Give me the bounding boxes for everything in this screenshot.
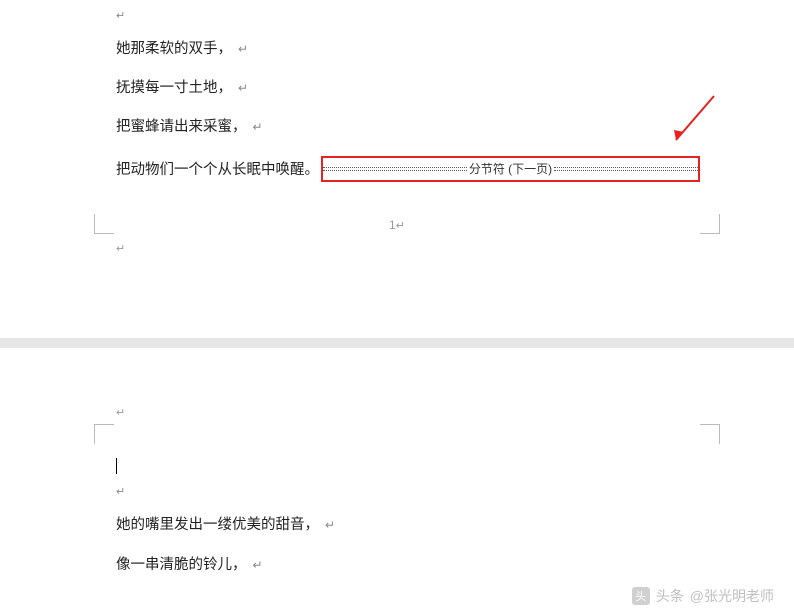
page-2: ↵ ↵ 她的嘴里发出一缕优美的甜音， ↵ 像一串清脆的铃儿， ↵ xyxy=(0,348,794,616)
text-cursor-icon xyxy=(116,458,117,474)
text-line[interactable]: 她那柔软的双手， ↵ xyxy=(116,38,700,61)
paragraph-mark-icon: ↵ xyxy=(396,220,405,232)
section-break-label: 分节符 (下一页) xyxy=(467,160,554,177)
paragraph-mark-icon: ↵ xyxy=(325,518,335,532)
dotted-leader xyxy=(323,167,467,171)
line-text: 像一串清脆的铃儿， xyxy=(116,557,247,573)
paragraph-mark-icon: ↵ xyxy=(238,42,248,56)
text-line[interactable]: 她的嘴里发出一缕优美的甜音， ↵ xyxy=(116,514,700,537)
line-text: 把动物们一个个从长眠中唤醒。 xyxy=(116,158,319,179)
watermark-prefix: 头条 xyxy=(656,586,684,606)
margin-corner-icon xyxy=(94,424,114,444)
paragraph-mark-icon: ↵ xyxy=(116,242,125,255)
page-2-body[interactable]: ↵ 她的嘴里发出一缕优美的甜音， ↵ 像一串清脆的铃儿， ↵ xyxy=(0,348,794,577)
line-text: 她那柔软的双手， xyxy=(116,41,232,57)
paragraph-mark-icon: ↵ xyxy=(116,10,125,22)
dotted-leader xyxy=(554,167,698,171)
paragraph-mark-icon: ↵ xyxy=(116,486,125,498)
watermark: 头 头条 @张光明老师 xyxy=(632,586,774,606)
line-text: 把蜜蜂请出来采蜜， xyxy=(116,119,247,135)
margin-corner-icon xyxy=(700,424,720,444)
paragraph-mark-icon: ↵ xyxy=(253,558,263,572)
toutiao-logo-icon: 头 xyxy=(632,587,650,605)
paragraph-mark-icon: ↵ xyxy=(116,406,125,419)
page-1: ↵ 她那柔软的双手， ↵ 抚摸每一寸土地， ↵ 把蜜蜂请出来采蜜， ↵ 把动物们… xyxy=(0,0,794,338)
line-text: 她的嘴里发出一缕优美的甜音， xyxy=(116,517,319,533)
section-break-row[interactable]: 把动物们一个个从长眠中唤醒。 分节符 (下一页) xyxy=(116,156,700,182)
paragraph-mark-icon: ↵ xyxy=(238,81,248,95)
page-1-body[interactable]: ↵ 她那柔软的双手， ↵ 抚摸每一寸土地， ↵ 把蜜蜂请出来采蜜， ↵ 把动物们… xyxy=(0,0,794,182)
watermark-author: @张光明老师 xyxy=(690,586,774,606)
cursor-line[interactable] xyxy=(116,454,700,476)
text-line[interactable]: 抚摸每一寸土地， ↵ xyxy=(116,77,700,100)
text-line[interactable]: 把蜜蜂请出来采蜜， ↵ xyxy=(116,116,700,139)
paragraph-mark-icon: ↵ xyxy=(253,120,263,134)
page-gap xyxy=(0,338,794,348)
text-line[interactable]: 像一串清脆的铃儿， ↵ xyxy=(116,554,700,577)
section-break-highlight: 分节符 (下一页) xyxy=(321,156,700,182)
annotation-arrow-icon xyxy=(670,94,716,148)
line-text: 抚摸每一寸土地， xyxy=(116,80,232,96)
page-number: 1↵ xyxy=(0,218,794,232)
